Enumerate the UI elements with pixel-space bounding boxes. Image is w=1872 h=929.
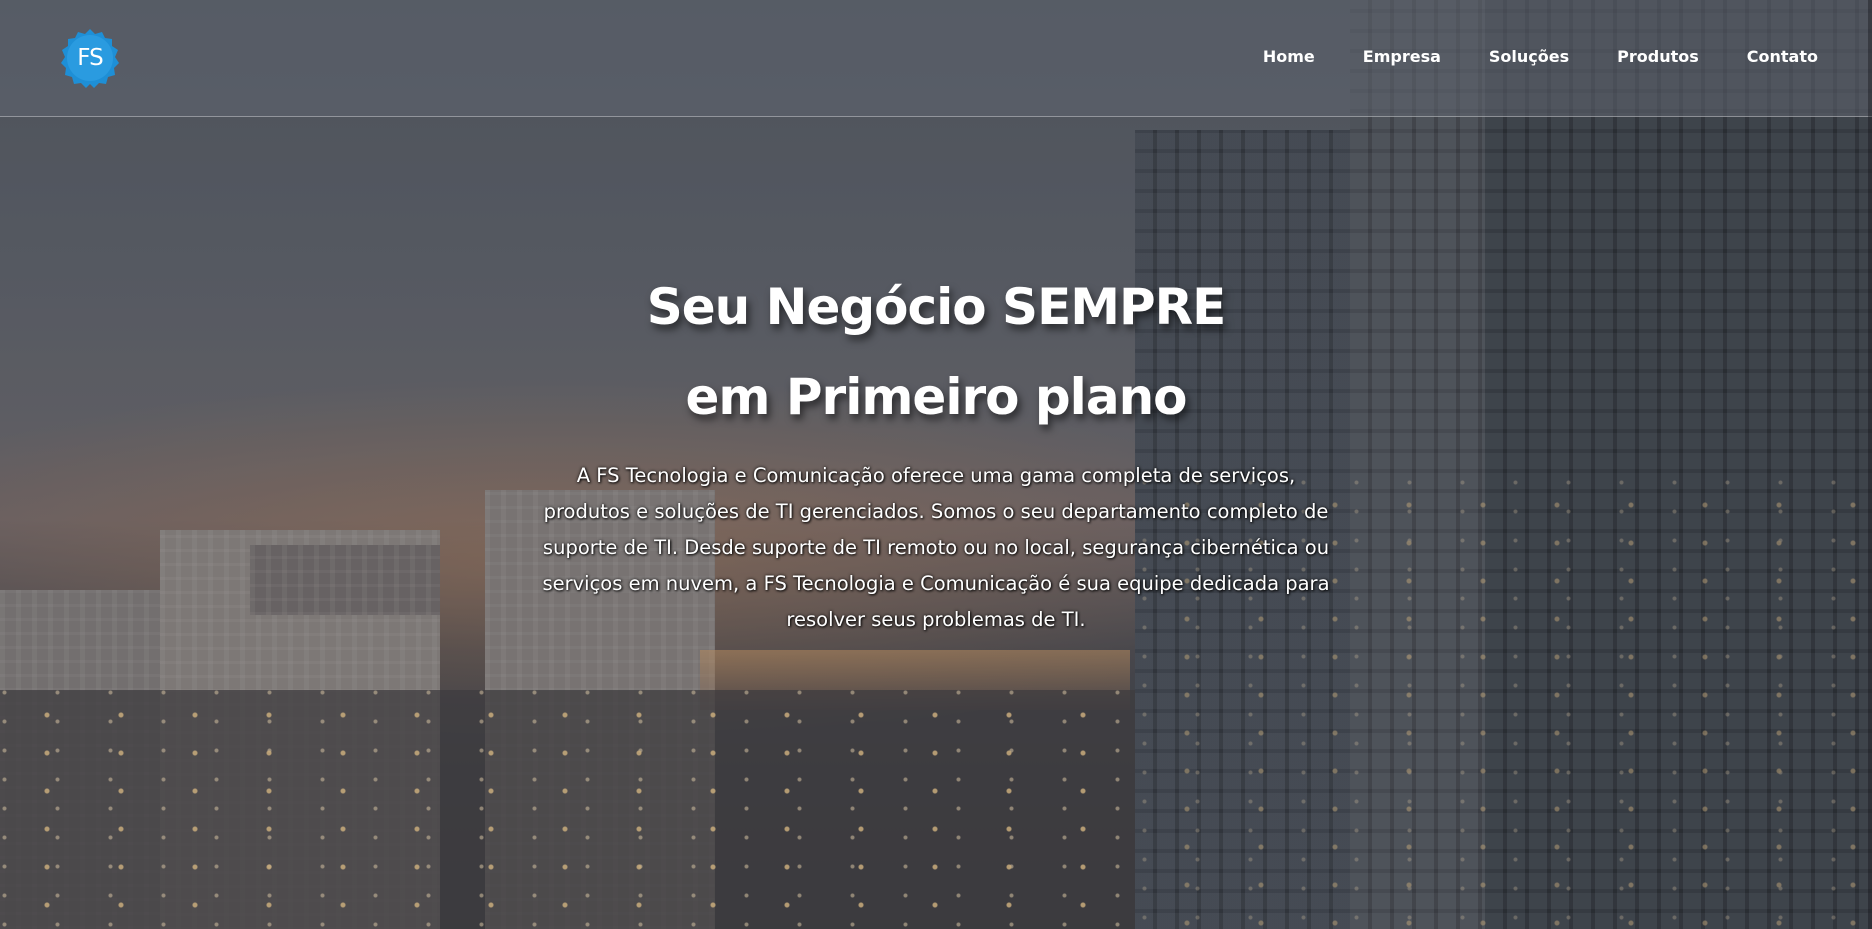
logo-text: FS — [77, 45, 103, 71]
site-header: FS Home Empresa Soluções Produtos Contat… — [0, 0, 1872, 117]
main-navigation: Home Empresa Soluções Produtos Contato — [1263, 45, 1818, 69]
nav-link-contato[interactable]: Contato — [1747, 45, 1818, 69]
nav-link-empresa[interactable]: Empresa — [1363, 45, 1441, 69]
hero-description: A FS Tecnologia e Comunicação oferece um… — [542, 464, 1330, 631]
nav-link-produtos[interactable]: Produtos — [1617, 45, 1699, 69]
hero-title-line-2: em Primeiro plano — [685, 368, 1187, 426]
hero-title: Seu Negócio SEMPRE em Primeiro plano — [436, 262, 1436, 442]
page-scrollbar[interactable] — [1868, 0, 1872, 929]
hero-title-line-1: Seu Negócio SEMPRE — [646, 278, 1227, 336]
nav-link-solucoes[interactable]: Soluções — [1489, 45, 1569, 69]
hero-section: FS Home Empresa Soluções Produtos Contat… — [0, 0, 1872, 929]
brand-logo[interactable]: FS — [60, 28, 120, 88]
nav-link-home[interactable]: Home — [1263, 45, 1315, 69]
